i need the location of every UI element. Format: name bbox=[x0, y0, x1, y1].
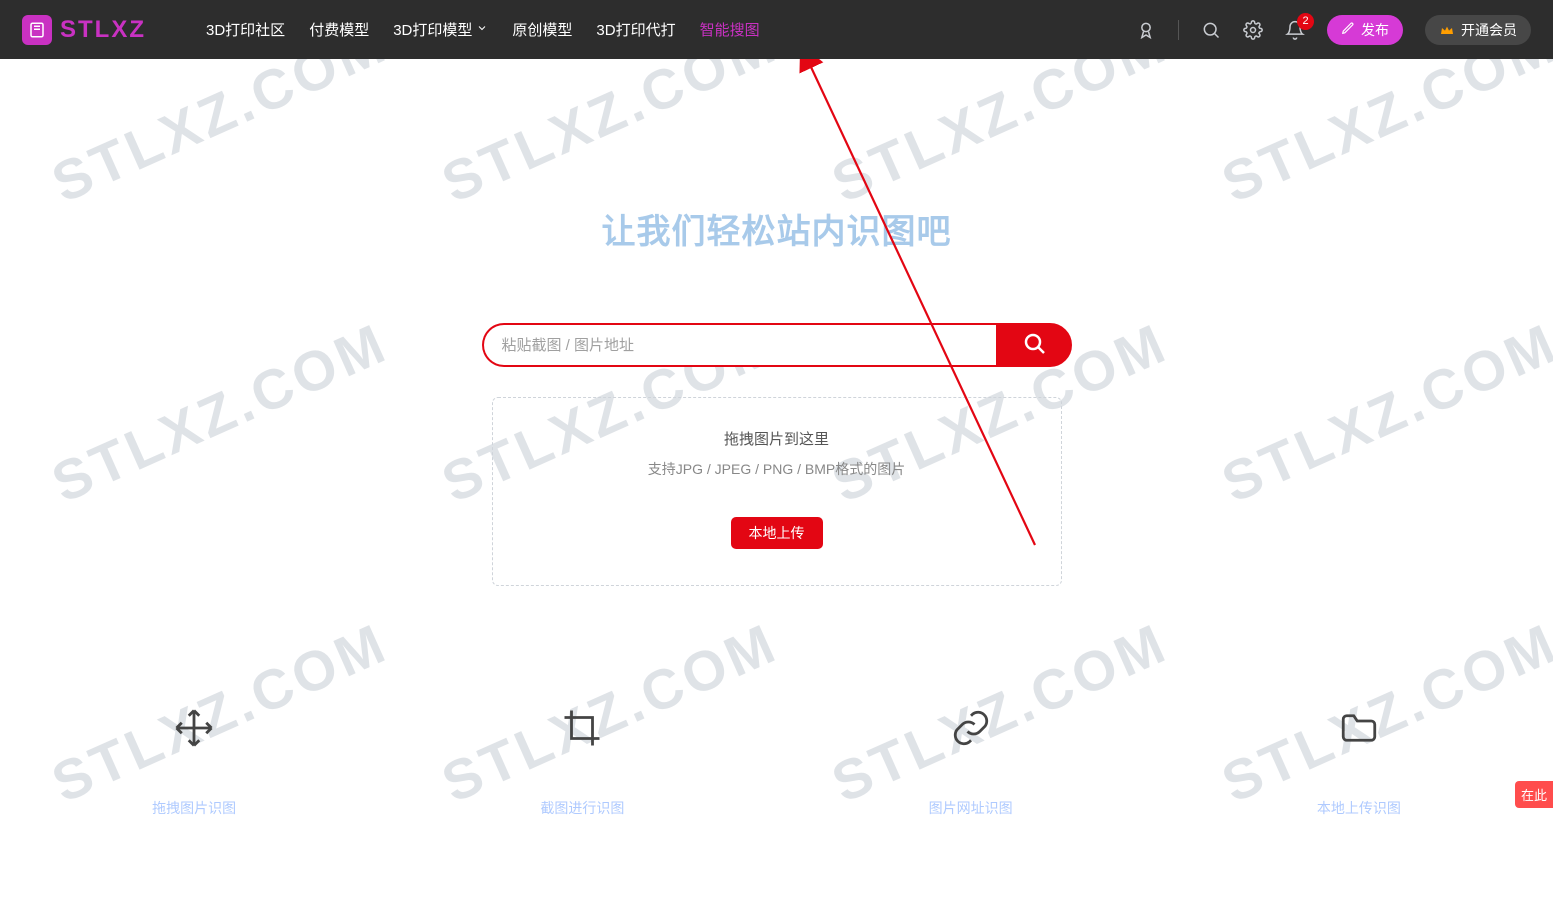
pencil-icon bbox=[1341, 21, 1355, 38]
local-upload-button[interactable]: 本地上传 bbox=[731, 517, 823, 549]
nav-items: 3D打印社区 付费模型 3D打印模型 原创模型 3D打印代打 智能搜图 bbox=[206, 19, 760, 40]
image-search-button[interactable] bbox=[996, 323, 1072, 367]
feature-label: 本地上传识图 bbox=[1317, 798, 1401, 818]
settings-icon[interactable] bbox=[1243, 20, 1263, 40]
nav-item-community[interactable]: 3D打印社区 bbox=[206, 19, 285, 40]
top-nav: STLXZ 3D打印社区 付费模型 3D打印模型 原创模型 3D打印代打 智能搜… bbox=[0, 0, 1553, 59]
feature-drag-image[interactable]: 拖拽图片识图 bbox=[0, 706, 388, 818]
chevron-down-icon bbox=[476, 21, 488, 38]
ranking-icon[interactable] bbox=[1136, 20, 1156, 40]
image-url-search bbox=[482, 323, 1072, 367]
search-icon[interactable] bbox=[1201, 20, 1221, 40]
vip-label: 开通会员 bbox=[1461, 20, 1517, 40]
feature-screenshot[interactable]: 截图进行识图 bbox=[388, 706, 776, 818]
nav-item-label: 智能搜图 bbox=[700, 19, 760, 40]
nav-item-label: 原创模型 bbox=[512, 19, 572, 40]
logo-icon[interactable] bbox=[22, 15, 52, 45]
publish-button[interactable]: 发布 bbox=[1327, 15, 1403, 45]
feature-upload[interactable]: 本地上传识图 bbox=[1165, 706, 1553, 818]
nav-right: 2 发布 开通会员 bbox=[1136, 15, 1531, 45]
crop-icon bbox=[560, 706, 604, 750]
search-icon bbox=[1022, 331, 1046, 360]
nav-item-print-models[interactable]: 3D打印模型 bbox=[393, 19, 488, 40]
corner-tag: 在此 bbox=[1515, 781, 1553, 808]
nav-item-original[interactable]: 原创模型 bbox=[512, 19, 572, 40]
page-heading: 让我们轻松站内识图吧 bbox=[0, 204, 1553, 253]
feature-row: 拖拽图片识图 截图进行识图 图片网址识图 本地上传识图 bbox=[0, 706, 1553, 818]
nav-item-image-search[interactable]: 智能搜图 bbox=[700, 19, 760, 40]
notifications-icon[interactable]: 2 bbox=[1285, 20, 1305, 40]
nav-item-label: 3D打印代打 bbox=[596, 19, 675, 40]
image-dropzone[interactable]: 拖拽图片到这里 支持JPG / JPEG / PNG / BMP格式的图片 本地… bbox=[492, 397, 1062, 586]
image-url-input[interactable] bbox=[482, 323, 996, 367]
nav-item-label: 3D打印社区 bbox=[206, 19, 285, 40]
feature-label: 截图进行识图 bbox=[540, 798, 624, 818]
move-icon bbox=[172, 706, 216, 750]
open-vip-button[interactable]: 开通会员 bbox=[1425, 15, 1531, 45]
dropzone-sub: 支持JPG / JPEG / PNG / BMP格式的图片 bbox=[503, 459, 1051, 479]
brand-text[interactable]: STLXZ bbox=[60, 16, 146, 44]
nav-item-print-service[interactable]: 3D打印代打 bbox=[596, 19, 675, 40]
nav-item-label: 3D打印模型 bbox=[393, 19, 472, 40]
nav-divider bbox=[1178, 20, 1179, 40]
folder-icon bbox=[1337, 706, 1381, 750]
feature-label: 拖拽图片识图 bbox=[152, 798, 236, 818]
nav-item-label: 付费模型 bbox=[309, 19, 369, 40]
feature-url[interactable]: 图片网址识图 bbox=[777, 706, 1165, 818]
dropzone-title: 拖拽图片到这里 bbox=[503, 428, 1051, 449]
notification-badge: 2 bbox=[1297, 13, 1314, 30]
crown-icon bbox=[1439, 22, 1455, 38]
nav-item-paid-models[interactable]: 付费模型 bbox=[309, 19, 369, 40]
publish-label: 发布 bbox=[1361, 20, 1389, 40]
link-icon bbox=[949, 706, 993, 750]
feature-label: 图片网址识图 bbox=[929, 798, 1013, 818]
